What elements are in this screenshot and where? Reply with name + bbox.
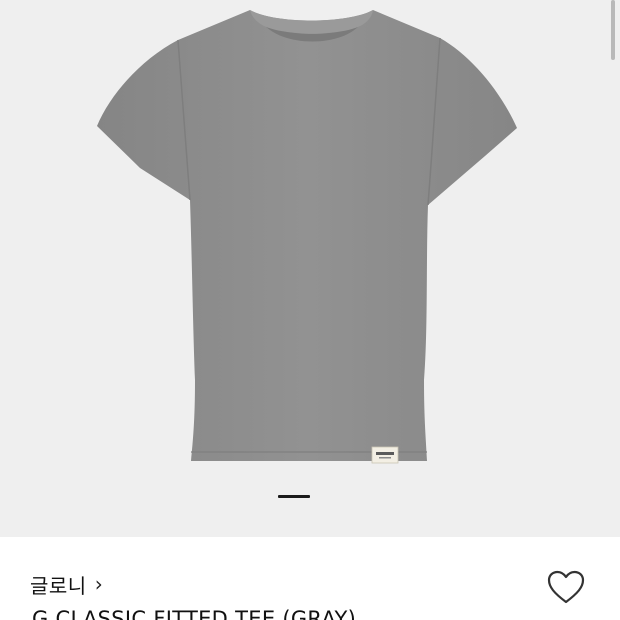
product-image-gallery[interactable] — [0, 0, 620, 537]
chevron-right-icon: › — [94, 572, 103, 596]
product-title: G CLASSIC FITTED TEE (GRAY) — [32, 607, 357, 620]
product-image-gray-tee — [97, 10, 517, 464]
heart-icon — [547, 570, 585, 604]
brand-name: 글로니 — [30, 573, 87, 598]
gallery-page-indicator[interactable] — [278, 495, 310, 498]
scrollbar[interactable] — [611, 0, 615, 60]
brand-link[interactable]: 글로니 › — [30, 571, 103, 598]
wishlist-heart-button[interactable] — [546, 569, 586, 607]
product-detail-screen: 글로니 › G CLASSIC FITTED TEE (GRAY) — [0, 0, 620, 620]
